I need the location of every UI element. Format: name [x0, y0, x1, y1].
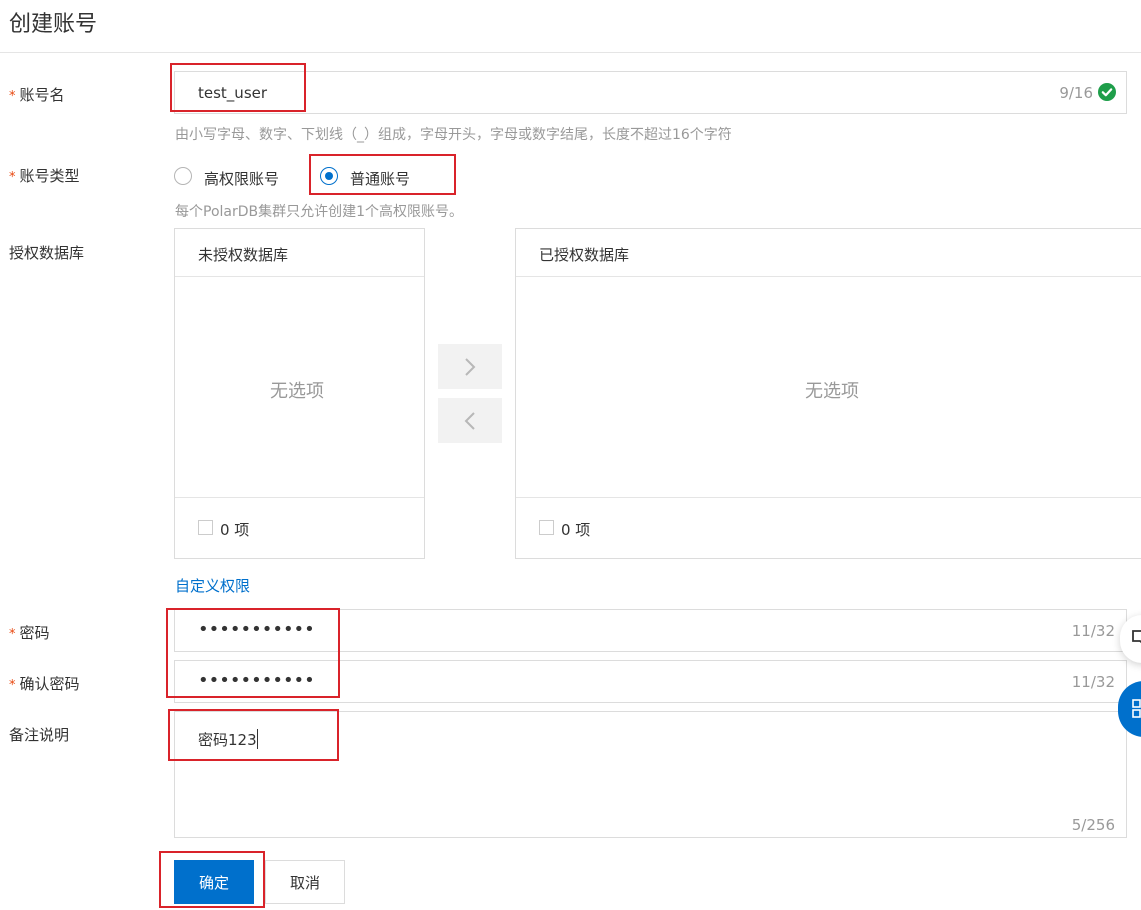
cancel-button[interactable]: 取消	[265, 860, 345, 904]
select-all-checkbox-left[interactable]	[198, 520, 213, 535]
required-mark: *	[9, 627, 16, 642]
unauthorized-db-title: 未授权数据库	[198, 246, 289, 264]
panel-divider	[175, 276, 424, 277]
authorized-db-title: 已授权数据库	[539, 246, 630, 264]
required-mark: *	[9, 89, 16, 104]
panel-divider	[175, 497, 424, 498]
required-mark: *	[9, 678, 16, 693]
account-name-input[interactable]	[174, 71, 1127, 114]
password-counter: 11/32	[1071, 622, 1115, 640]
account-name-hint: 由小写字母、数字、下划线（_）组成，字母开头，字母或数字结尾，长度不超过16个字…	[175, 127, 732, 143]
radio-privileged-label[interactable]: 高权限账号	[204, 168, 279, 189]
account-type-label: * 账号类型	[9, 165, 80, 186]
password-label: * 密码	[9, 622, 50, 643]
account-name-label-text: 账号名	[19, 86, 65, 104]
radio-privileged[interactable]	[174, 167, 192, 185]
unauthorized-db-empty: 无选项	[270, 381, 324, 402]
select-all-checkbox-right[interactable]	[539, 520, 554, 535]
authorized-db-count: 0 项	[561, 521, 591, 539]
highlight-box	[309, 154, 456, 195]
move-left-button[interactable]	[438, 398, 502, 443]
account-name-counter: 9/16	[1059, 84, 1093, 102]
page-title: 创建账号	[9, 12, 98, 37]
highlight-box	[166, 608, 340, 698]
chevron-left-icon	[464, 411, 475, 430]
authorized-db-empty: 无选项	[805, 381, 859, 402]
highlight-box	[159, 851, 265, 908]
custom-permission-link[interactable]: 自定义权限	[175, 575, 250, 596]
confirm-password-label: * 确认密码	[9, 673, 80, 694]
panel-divider	[516, 497, 1141, 498]
confirm-password-counter: 11/32	[1071, 673, 1115, 691]
required-mark: *	[9, 170, 16, 185]
check-circle-icon	[1098, 83, 1116, 101]
move-right-button[interactable]	[438, 344, 502, 389]
confirm-password-label-text: 确认密码	[19, 675, 80, 693]
account-type-hint: 每个PolarDB集群只允许创建1个高权限账号。	[175, 204, 464, 220]
chevron-right-icon	[465, 357, 476, 376]
databases-label: 授权数据库	[9, 244, 85, 262]
header-divider	[0, 52, 1141, 53]
account-name-label: * 账号名	[9, 84, 65, 105]
password-label-text: 密码	[19, 624, 50, 642]
panel-divider	[516, 276, 1141, 277]
unauthorized-db-count: 0 项	[220, 521, 250, 539]
feedback-icon	[1132, 630, 1141, 643]
account-type-label-text: 账号类型	[19, 167, 80, 185]
highlight-box	[168, 709, 339, 761]
highlight-box	[170, 63, 306, 112]
grid-icon	[1132, 699, 1141, 718]
remark-label: 备注说明	[9, 726, 70, 744]
remark-counter: 5/256	[1071, 816, 1115, 834]
